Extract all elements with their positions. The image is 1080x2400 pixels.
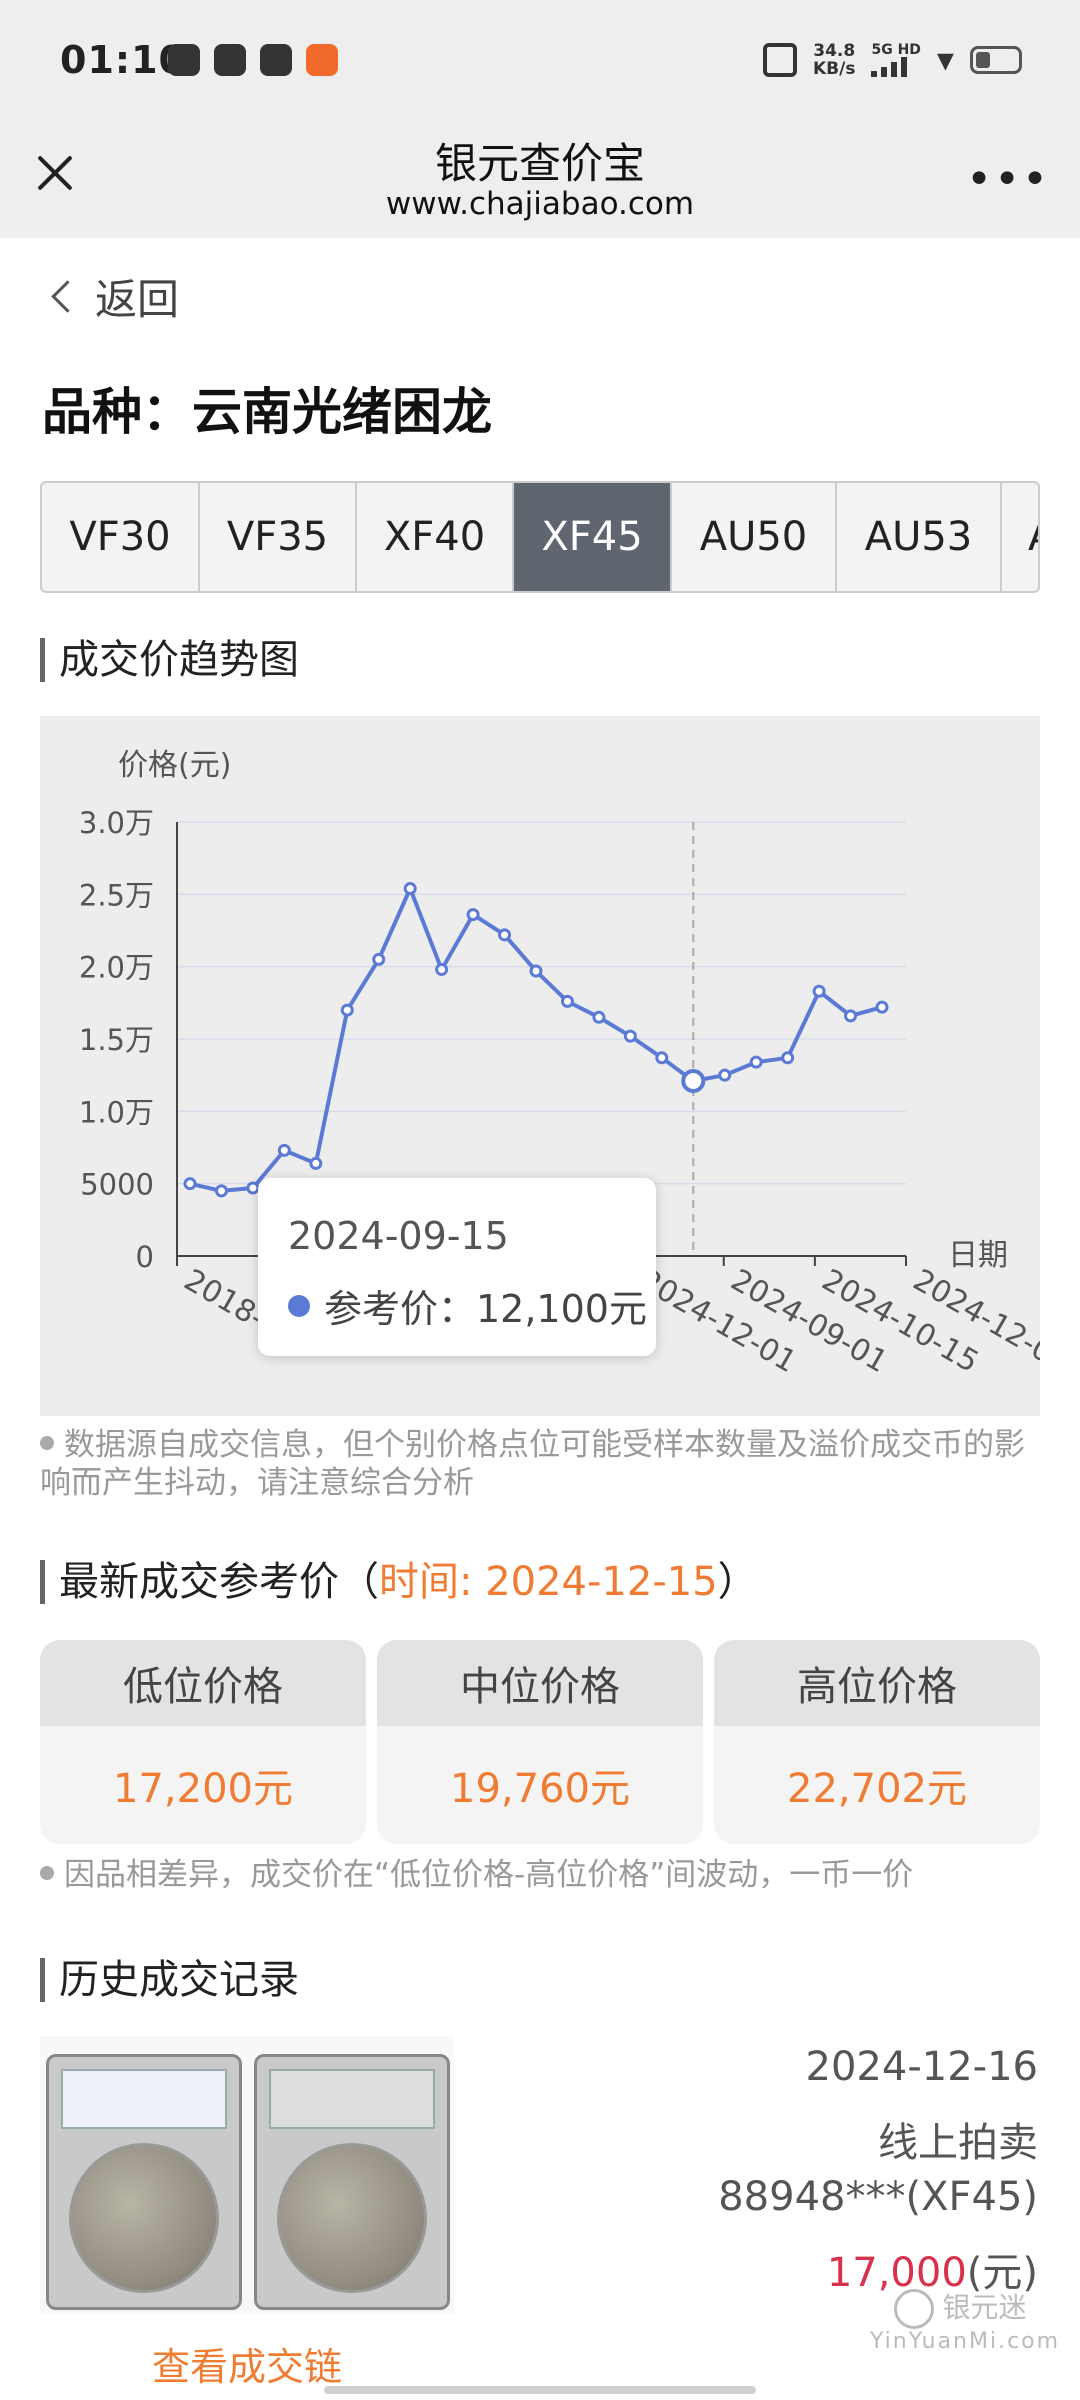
data-point xyxy=(718,1068,732,1082)
data-point xyxy=(372,952,386,966)
data-point xyxy=(749,1055,763,1069)
tab-partial[interactable]: A xyxy=(1002,483,1038,591)
data-point xyxy=(183,1177,197,1191)
y-tick-label: 5000 xyxy=(80,1168,154,1202)
y-tick-label: 0 xyxy=(136,1240,154,1274)
low-price-card: 低位价格 17,200元 xyxy=(40,1640,366,1844)
back-label: 返回 xyxy=(95,275,180,324)
view-chain-link[interactable]: 查看成交链 xyxy=(152,2336,342,2391)
record-cert: 88948***(XF45) xyxy=(718,2174,1038,2220)
low-price-value: 17,200元 xyxy=(113,1766,293,1812)
record-date: 2024-12-16 xyxy=(805,2044,1038,2090)
mid-price-card: 中位价格 19,760元 xyxy=(377,1640,703,1844)
data-point xyxy=(812,984,826,998)
page-url: www.chajiabao.com xyxy=(385,186,695,222)
tab-vf30[interactable]: VF30 xyxy=(42,483,200,591)
taobao-icon xyxy=(306,44,338,76)
wifi-icon: ▾ xyxy=(936,40,954,80)
series-dot-icon xyxy=(288,1294,310,1317)
x-axis-label: 日期 xyxy=(948,1238,1008,1273)
data-point xyxy=(277,1143,291,1157)
data-point xyxy=(592,1010,606,1024)
y-tick-label: 2.5万 xyxy=(79,878,154,912)
message-icon xyxy=(168,44,200,76)
latest-section-title: 最新成交参考价（时间: 2024-12-15） xyxy=(40,1560,758,1604)
more-icon[interactable]: ••• xyxy=(966,158,1050,202)
home-indicator[interactable] xyxy=(324,2386,756,2394)
chevron-left-icon xyxy=(51,280,84,313)
browser-header: 银元查价宝 www.chajiabao.com ••• xyxy=(0,120,1080,238)
vibrate-icon xyxy=(763,43,797,77)
trend-section-title: 成交价趋势图 xyxy=(40,638,299,682)
notification-icons xyxy=(168,44,338,76)
data-point xyxy=(655,1051,669,1065)
data-point xyxy=(560,994,574,1008)
grade-tabs: VF30 VF35 XF40 XF45 AU50 AU53 A xyxy=(40,481,1040,593)
high-price-value: 22,702元 xyxy=(787,1766,967,1812)
page-title: 银元查价宝 xyxy=(434,139,645,188)
tab-xf45[interactable]: XF45 xyxy=(514,483,672,591)
mid-price-value: 19,760元 xyxy=(450,1766,630,1812)
high-price-card: 高位价格 22,702元 xyxy=(714,1640,1040,1844)
history-section-title: 历史成交记录 xyxy=(40,1958,299,2002)
slab-front xyxy=(46,2054,242,2310)
data-point xyxy=(309,1156,323,1170)
data-point xyxy=(844,1009,858,1023)
status-bar: 01:10 34.8 KB/s 5G HD ▾ xyxy=(0,0,1080,120)
chart-note: 数据源自成交信息，但个别价格点位可能受样本数量及溢价成交币的影响而产生抖动，请注… xyxy=(40,1427,1025,1501)
y-axis-label: 价格(元) xyxy=(118,748,231,783)
tooltip-value: 参考价：12,100元 xyxy=(324,1287,647,1331)
app-icon xyxy=(260,44,292,76)
data-point xyxy=(529,964,543,978)
signal-icon: 5G HD xyxy=(871,43,921,77)
y-tick-label: 1.5万 xyxy=(79,1023,154,1057)
tooltip-date: 2024-09-15 xyxy=(288,1214,509,1258)
coin-slab-image[interactable] xyxy=(40,2036,454,2314)
data-point xyxy=(435,963,449,977)
data-point xyxy=(781,1051,795,1065)
y-tick-label: 1.0万 xyxy=(79,1095,154,1129)
data-point xyxy=(340,1003,354,1017)
battery-icon xyxy=(970,46,1022,74)
data-point xyxy=(498,928,512,942)
back-button[interactable]: 返回 xyxy=(48,266,179,327)
variety-title: 品种：云南光绪困龙 xyxy=(42,383,492,441)
data-point xyxy=(623,1029,637,1043)
price-note: 因品相差异，成交价在“低位价格-高位价格”间波动，一币一价 xyxy=(40,1856,1050,1894)
tab-au50[interactable]: AU50 xyxy=(672,483,837,591)
system-indicators: 34.8 KB/s 5G HD ▾ xyxy=(763,42,1022,78)
tab-au53[interactable]: AU53 xyxy=(837,483,1002,591)
network-speed: 34.8 KB/s xyxy=(813,41,856,79)
record-channel: 线上拍卖 xyxy=(878,2120,1038,2166)
data-point xyxy=(875,1000,889,1014)
tab-vf35[interactable]: VF35 xyxy=(200,483,357,591)
y-tick-label: 2.0万 xyxy=(79,951,154,985)
tab-xf40[interactable]: XF40 xyxy=(357,483,514,591)
latest-time: 时间: 2024-12-15 xyxy=(379,1559,718,1605)
data-point xyxy=(403,882,417,896)
data-point xyxy=(214,1184,228,1198)
link-icon xyxy=(214,44,246,76)
watermark-logo-icon xyxy=(893,2289,934,2329)
slab-back xyxy=(254,2054,450,2310)
data-point xyxy=(246,1181,260,1195)
y-tick-label: 3.0万 xyxy=(79,806,154,840)
data-point xyxy=(466,908,480,922)
watermark: 银元迷 YinYuanMi.com xyxy=(870,2289,1061,2354)
data-point xyxy=(681,1068,706,1093)
chart-tooltip: 2024-09-15 参考价：12,100元 xyxy=(258,1178,656,1356)
